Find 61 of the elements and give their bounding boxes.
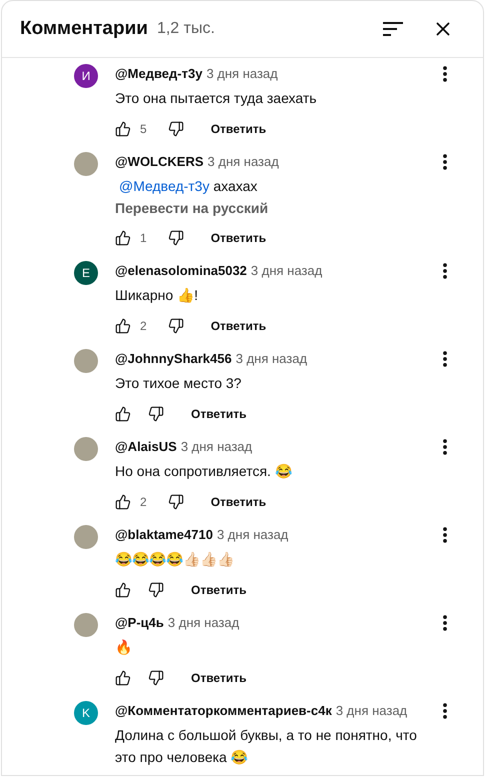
reply-button[interactable]: Ответить (210, 229, 266, 247)
comment-author[interactable]: @Медвед-т3у (115, 64, 202, 84)
like-icon[interactable] (115, 318, 131, 334)
like-icon[interactable] (115, 121, 131, 137)
comment-text: 🔥 (115, 639, 132, 655)
comment-text: Это она пытается туда заехать (115, 90, 317, 106)
comment-author[interactable]: @WOLCKERS (115, 152, 204, 172)
comment-time[interactable]: 3 дня назад (216, 525, 288, 545)
dislike-icon[interactable] (168, 318, 184, 334)
comment-author[interactable]: @AlaisUS (115, 437, 177, 457)
like-count: 5 (140, 121, 147, 138)
comment-time[interactable]: 3 дня назад (208, 152, 279, 172)
reply-button[interactable]: Ответить (210, 120, 266, 138)
like-count: 2 (140, 318, 147, 335)
comment-text: Но она сопротивляется. 😂 (115, 463, 292, 479)
avatar-image[interactable] (74, 525, 98, 549)
comment-author[interactable]: @JohnnyShark456 (115, 349, 232, 369)
avatar-image[interactable] (74, 152, 98, 176)
comment-time[interactable]: 3 дня назад (236, 349, 308, 369)
dislike-icon[interactable] (148, 582, 164, 598)
comment-time[interactable]: 3 дня назад (206, 64, 278, 84)
comment-text: 😂😂😂😂👍🏻👍🏻👍🏻 (115, 551, 234, 567)
comment-text: Это тихое место 3? (115, 375, 242, 391)
like-count: 2 (140, 494, 147, 511)
comment-text: Долина с большой буквы, а то не понятно, что это про человека 😂 (115, 727, 417, 765)
like-icon[interactable] (115, 582, 131, 598)
comment-text: Шикарно 👍! (115, 287, 198, 303)
comment-time[interactable]: 3 дня назад (336, 701, 408, 721)
avatar[interactable]: E (74, 261, 98, 285)
avatar-image[interactable] (74, 437, 98, 461)
reply-button[interactable]: Ответить (191, 405, 246, 423)
comment-author[interactable]: @elenasolomina5032 (115, 261, 247, 281)
dislike-icon[interactable] (168, 230, 184, 246)
comment-author[interactable]: @Комментаторкомментариев-с4к (115, 701, 332, 721)
comment-text: ахахах (213, 178, 258, 194)
comment-time[interactable]: 3 дня назад (168, 613, 240, 633)
dislike-icon[interactable] (148, 670, 164, 686)
like-icon[interactable] (115, 494, 131, 510)
mention-link[interactable]: @Медвед-т3у (119, 178, 210, 194)
comment-author[interactable]: @blaktame4710 (115, 525, 213, 545)
like-icon[interactable] (115, 670, 131, 686)
avatar-image[interactable] (74, 349, 98, 373)
comment-count: 1,2 тыс. (156, 19, 215, 39)
comment-time[interactable]: 3 дня назад (180, 437, 252, 457)
avatar[interactable]: И (74, 64, 98, 88)
dislike-icon[interactable] (168, 494, 184, 510)
comment-time[interactable]: 3 дня назад (250, 261, 322, 281)
comment-author[interactable]: @P-ц4ь (115, 613, 164, 633)
translate-link[interactable]: Перевести на русский (115, 198, 268, 218)
dislike-icon[interactable] (168, 121, 184, 137)
avatar-image[interactable] (74, 613, 98, 637)
like-count: 1 (140, 230, 147, 247)
dislike-icon[interactable] (148, 406, 164, 422)
like-icon[interactable] (115, 230, 131, 246)
reply-button[interactable]: Ответить (210, 493, 266, 511)
reply-button[interactable]: Ответить (191, 669, 246, 687)
reply-button[interactable]: Ответить (191, 581, 246, 599)
panel-title: Комментарии (20, 16, 148, 41)
like-icon[interactable] (115, 406, 131, 422)
reply-button[interactable]: Ответить (210, 317, 266, 335)
avatar[interactable]: K (74, 701, 98, 725)
